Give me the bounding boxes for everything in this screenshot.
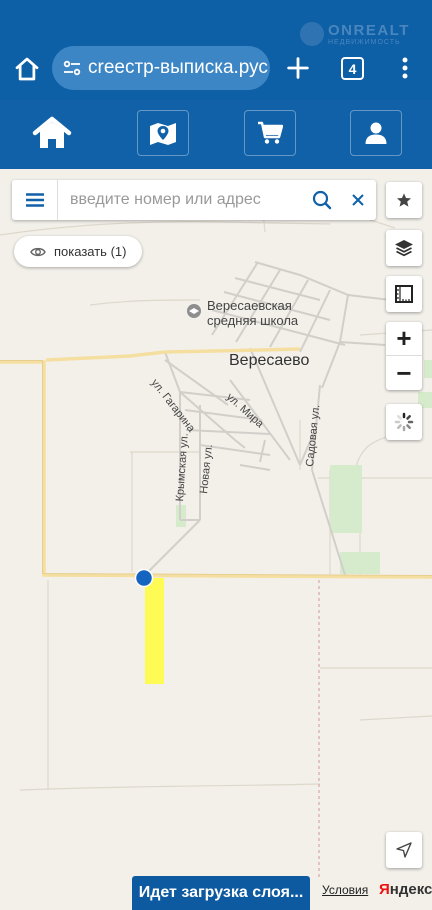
new-tab-icon[interactable]	[284, 54, 312, 82]
star-icon	[397, 193, 411, 207]
nav-profile-button[interactable]	[350, 110, 402, 156]
village-label: Вересаево	[229, 352, 310, 369]
onrealt-watermark: ONREALT НЕДВИЖИМОСТЬ	[300, 22, 410, 46]
browser-toolbar: ONREALT НЕДВИЖИМОСТЬ сreестр-выписка.рус…	[0, 0, 432, 100]
site-settings-icon[interactable]	[62, 58, 82, 78]
zoom-in-button[interactable]: +	[386, 322, 422, 356]
eye-icon	[30, 247, 46, 256]
home-icon	[32, 116, 72, 148]
nav-map-button[interactable]	[137, 110, 189, 156]
yandex-logo: Яндекс	[379, 881, 432, 898]
location-marker[interactable]	[134, 568, 154, 588]
ruler-icon	[395, 285, 413, 303]
selected-parcel[interactable]	[145, 578, 164, 684]
nav-cart-button[interactable]	[244, 110, 296, 156]
yandex-logo-y: Я	[379, 881, 390, 898]
watermark-logo-icon	[300, 22, 324, 46]
loading-indicator	[386, 404, 422, 440]
zoom-controls: + −	[386, 322, 422, 390]
app-navigation	[0, 100, 432, 169]
search-icon[interactable]	[304, 180, 340, 220]
layers-icon	[395, 240, 413, 257]
watermark-sub: НЕДВИЖИМОСТЬ	[328, 38, 401, 46]
school-label: Вересаевская	[207, 298, 292, 313]
map-marker-icon	[150, 123, 176, 145]
school-label-2: средняя школа	[207, 313, 299, 328]
terms-link[interactable]: Условия	[322, 883, 368, 897]
navigation-arrow-icon	[396, 842, 412, 858]
map-canvas	[0, 179, 432, 880]
map-view[interactable]: Вересаевская средняя школа Вересаево ул.…	[0, 169, 432, 910]
spinner-icon	[394, 412, 414, 432]
yandex-logo-rest: ндекс	[389, 881, 432, 898]
watermark-brand: ONREALT	[328, 21, 410, 39]
address-bar[interactable]: сreестр-выписка.рус	[52, 46, 270, 90]
search-input[interactable]	[58, 180, 304, 220]
user-icon	[365, 122, 387, 144]
tab-switcher-button[interactable]: 4	[341, 57, 364, 80]
nav-home-button[interactable]	[26, 110, 78, 156]
layer-loading-status: Идет загрузка слоя...	[132, 876, 310, 910]
ruler-button[interactable]	[386, 276, 422, 312]
search-box	[12, 180, 376, 220]
show-results-label: показать (1)	[54, 244, 127, 259]
layers-button[interactable]	[386, 230, 422, 266]
browser-menu-icon[interactable]	[394, 54, 416, 82]
browser-home-icon[interactable]	[12, 54, 42, 84]
show-results-button[interactable]: показать (1)	[14, 236, 143, 267]
favorites-button[interactable]	[386, 182, 422, 218]
geolocation-button[interactable]	[386, 832, 422, 868]
zoom-out-button[interactable]: −	[386, 356, 422, 390]
cart-icon	[258, 121, 283, 144]
menu-hamburger-icon[interactable]	[12, 180, 58, 220]
url-text: сreестр-выписка.рус	[88, 57, 268, 78]
clear-icon[interactable]	[340, 180, 376, 220]
